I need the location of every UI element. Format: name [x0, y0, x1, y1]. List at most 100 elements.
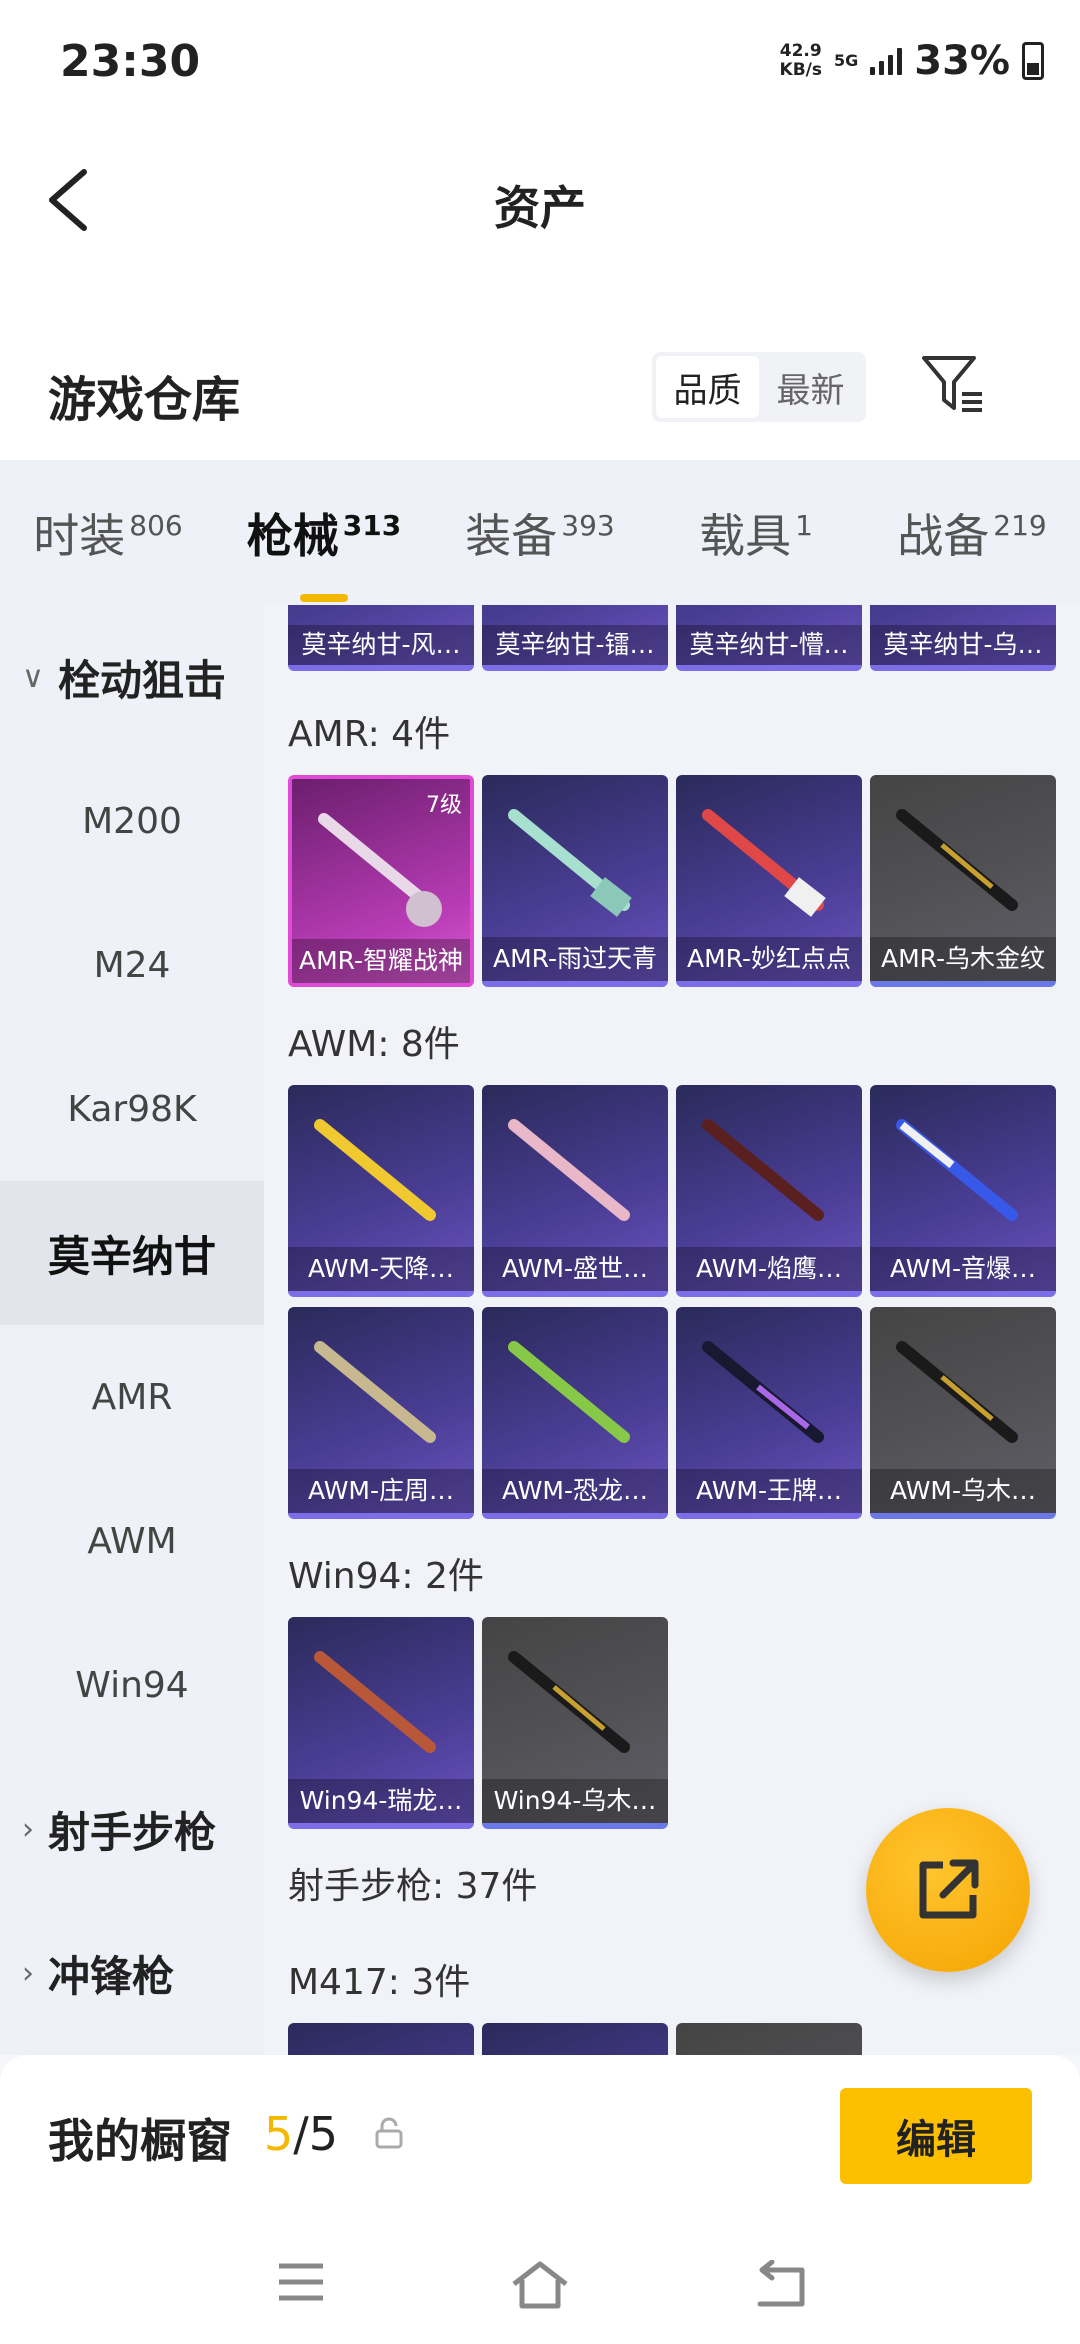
warehouse-header: 游戏仓库 品质 最新: [0, 280, 1080, 460]
weapon-name: Win94-乌木…: [482, 1779, 668, 1823]
weapon-card[interactable]: AWM-天降…: [288, 1085, 474, 1297]
weapon-name: 莫辛纳甘-镭…: [482, 625, 668, 665]
sort-toggle: 品质 最新: [652, 352, 866, 422]
weapon-card[interactable]: AWM-恐龙…: [482, 1307, 668, 1519]
weapon-name: AMR-智耀战神: [292, 939, 470, 983]
weapon-card[interactable]: 莫辛纳甘-镭…: [482, 605, 668, 671]
warehouse-title: 游戏仓库: [48, 372, 241, 428]
weapon-name: AMR-妙红点点: [676, 937, 862, 981]
tab-firearms[interactable]: 枪械 313: [216, 500, 432, 602]
page-title: 资产: [494, 181, 586, 235]
nav-bar: 资产: [0, 120, 1080, 280]
tab-count: 313: [342, 509, 402, 543]
weapon-name: AMR-雨过天青: [482, 937, 668, 981]
sidebar-item-m24[interactable]: M24: [0, 893, 264, 1037]
system-nav: [0, 2230, 1080, 2344]
weapon-name: 莫辛纳甘-懵…: [676, 625, 862, 665]
speed-value: 42.9: [779, 41, 822, 61]
tab-label: 载具: [699, 508, 792, 563]
menu-icon[interactable]: [276, 2260, 326, 2304]
weapon-card[interactable]: AWM-焰鹰…: [676, 1085, 862, 1297]
rifle-icon: [508, 1341, 630, 1443]
tab-fashion[interactable]: 时装 806: [0, 500, 216, 566]
sort-newest-button[interactable]: 最新: [759, 356, 862, 418]
sidebar-item-win94[interactable]: Win94: [0, 1613, 264, 1757]
weapon-card[interactable]: AMR-雨过天青: [482, 775, 668, 987]
weapon-card[interactable]: AWM-音爆…: [870, 1085, 1056, 1297]
weapon-card[interactable]: AWM-王牌…: [676, 1307, 862, 1519]
weapon-name: AWM-恐龙…: [482, 1469, 668, 1513]
weapon-card[interactable]: AMR-妙红点点: [676, 775, 862, 987]
rifle-icon: [508, 809, 632, 917]
network-speed: 42.9 KB/s: [780, 42, 822, 80]
status-bar: 23:30 42.9 KB/s 5G 33%: [0, 0, 1080, 120]
battery-icon: [1022, 42, 1044, 80]
tab-gear[interactable]: 战备 219: [864, 500, 1080, 566]
sort-quality-button[interactable]: 品质: [656, 356, 759, 418]
group-header-win94: Win94: 2件: [288, 1556, 484, 1597]
speed-unit: KB/s: [779, 60, 822, 80]
weapon-card[interactable]: AWM-盛世…: [482, 1085, 668, 1297]
status-right: 42.9 KB/s 5G 33%: [780, 38, 1044, 84]
weapon-card[interactable]: AWM-庄周…: [288, 1307, 474, 1519]
home-icon[interactable]: [510, 2260, 570, 2310]
tab-label: 战备: [897, 508, 990, 563]
weapon-card[interactable]: 莫辛纳甘-乌…: [870, 605, 1056, 671]
rifle-icon: [318, 813, 442, 927]
weapon-card[interactable]: AMR-乌木金纹: [870, 775, 1056, 987]
sidebar-item-awm[interactable]: AWM: [0, 1469, 264, 1613]
chevron-right-icon: ›: [22, 1811, 34, 1847]
tab-count: 393: [561, 509, 615, 543]
weapon-name: AWM-焰鹰…: [676, 1247, 862, 1291]
tab-count: 1: [795, 509, 813, 543]
sidebar-item-marksman[interactable]: › 射手步枪: [0, 1757, 264, 1901]
tab-label: 枪械: [246, 508, 339, 563]
weapon-sidebar: ∨ 栓动狙击 M200 M24 Kar98K 莫辛纳甘 AMR AWM Win94…: [0, 605, 264, 2055]
tab-vehicles[interactable]: 载具 1: [648, 500, 864, 566]
weapon-card[interactable]: Win94-乌木…: [482, 1617, 668, 1829]
network-type: 5G: [833, 51, 859, 70]
tab-label: 装备: [465, 508, 558, 563]
weapon-card[interactable]: [676, 2023, 862, 2055]
sidebar-item-amr[interactable]: AMR: [0, 1325, 264, 1469]
sidebar-item-m200[interactable]: M200: [0, 749, 264, 893]
rifle-icon: [896, 809, 1018, 911]
share-export-icon: [919, 1859, 979, 1919]
weapon-card[interactable]: [482, 2023, 668, 2055]
rifle-icon: [508, 1119, 630, 1221]
weapon-name: AWM-盛世…: [482, 1247, 668, 1291]
weapon-name: AWM-音爆…: [870, 1247, 1056, 1291]
rifle-icon: [896, 1341, 1018, 1443]
battery-percent: 33%: [914, 38, 1010, 84]
sidebar-item-bolt-action[interactable]: ∨ 栓动狙击: [0, 605, 264, 749]
sidebar-item-mosin[interactable]: 莫辛纳甘: [0, 1181, 264, 1325]
sidebar-label: 冲锋枪: [48, 1951, 175, 2001]
weapon-card[interactable]: [288, 2023, 474, 2055]
sidebar-item-kar98k[interactable]: Kar98K: [0, 1037, 264, 1181]
back-nav-icon[interactable]: [752, 2260, 808, 2308]
signal-icon: [870, 47, 903, 75]
weapon-name: AWM-乌木…: [870, 1469, 1056, 1513]
showcase-count-total: /5: [293, 2107, 339, 2161]
group-header-amr: AMR: 4件: [288, 714, 451, 755]
weapon-card[interactable]: 莫辛纳甘-风…: [288, 605, 474, 671]
showcase-title: 我的橱窗: [48, 2114, 232, 2168]
sidebar-item-smg[interactable]: › 冲锋枪: [0, 1901, 264, 2045]
share-button[interactable]: [866, 1808, 1030, 1972]
weapon-card[interactable]: AWM-乌木…: [870, 1307, 1056, 1519]
rifle-icon: [314, 1341, 436, 1443]
chevron-down-icon: ∨: [22, 659, 44, 695]
rifle-icon: [314, 1651, 436, 1753]
lock-icon: [375, 2117, 403, 2149]
group-header-awm: AWM: 8件: [288, 1024, 460, 1065]
tab-equipment[interactable]: 装备 393: [432, 500, 648, 566]
weapon-card[interactable]: 7级 AMR-智耀战神: [288, 775, 474, 987]
weapon-card[interactable]: 莫辛纳甘-懵…: [676, 605, 862, 671]
weapon-name: AWM-庄周…: [288, 1469, 474, 1513]
tab-label: 时装: [33, 508, 126, 563]
weapon-card[interactable]: Win94-瑞龙…: [288, 1617, 474, 1829]
group-header-m417: M417: 3件: [288, 1962, 471, 2003]
edit-button[interactable]: 编辑: [840, 2088, 1032, 2184]
filter-icon[interactable]: [920, 354, 986, 414]
tab-count: 219: [993, 509, 1047, 543]
